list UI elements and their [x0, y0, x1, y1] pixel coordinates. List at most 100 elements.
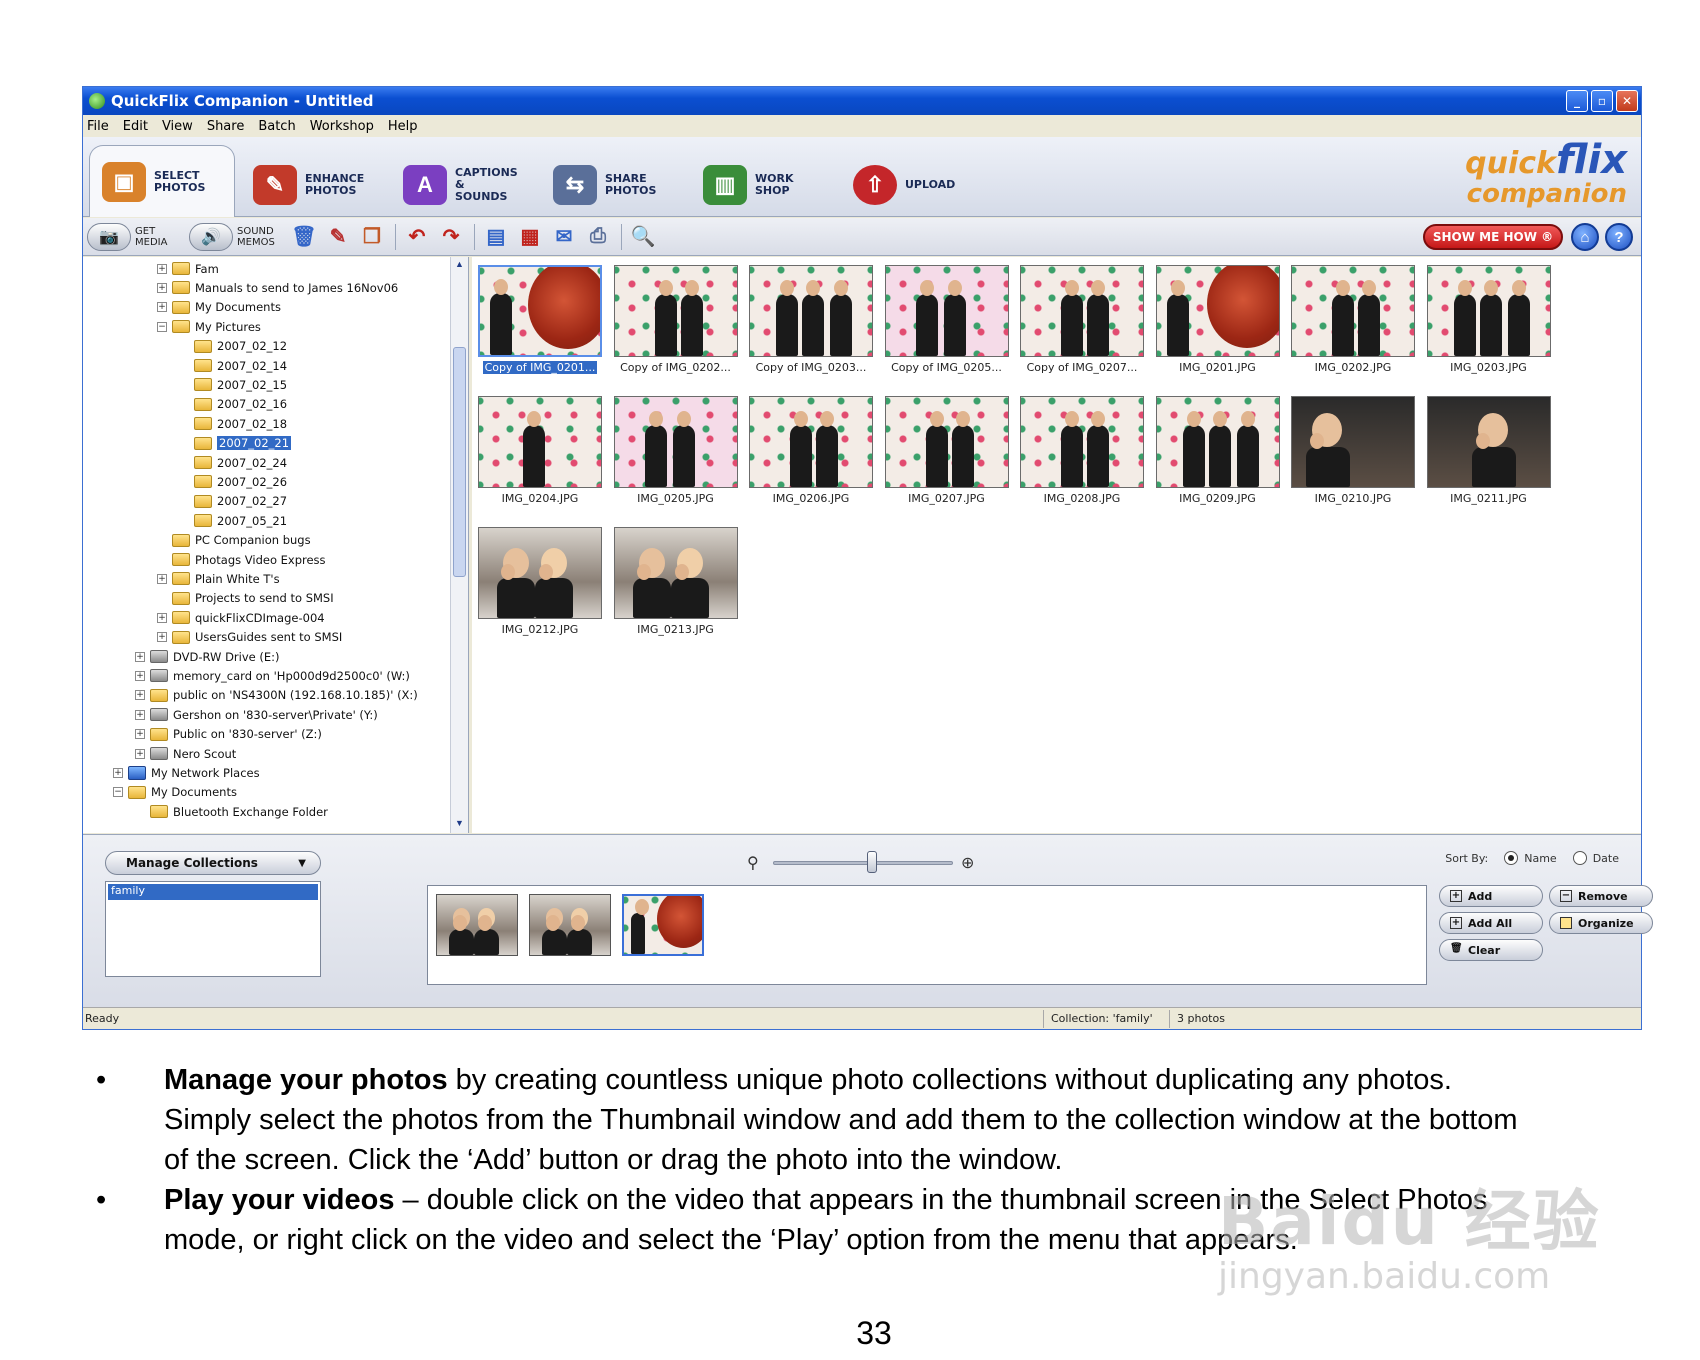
tree-item[interactable]: Projects to send to SMSI: [157, 589, 334, 608]
title-bar[interactable]: QuickFlix Companion - Untitled _ ▫ ✕: [83, 87, 1641, 115]
collection-thumbnail[interactable]: [436, 894, 518, 956]
thumbnail-image[interactable]: [884, 265, 1009, 357]
tree-item[interactable]: − My Pictures: [157, 317, 261, 336]
tree-item[interactable]: 2007_05_21: [179, 511, 287, 530]
thumbnail[interactable]: IMG_0205.JPG: [613, 396, 738, 505]
thumbnail-image[interactable]: [1020, 265, 1144, 357]
print-icon[interactable]: ⎙: [585, 224, 611, 250]
rotate-right-icon[interactable]: ↷: [438, 224, 464, 250]
thumbnail[interactable]: IMG_0211.JPG: [1426, 396, 1551, 505]
help-button[interactable]: ?: [1605, 223, 1633, 251]
tree-item[interactable]: 2007_02_24: [179, 453, 287, 472]
zoom-slider[interactable]: ⚲ ⊕: [743, 847, 983, 877]
expand-icon[interactable]: +: [135, 690, 145, 701]
tree-item[interactable]: + Public on '830-server' (Z:): [135, 725, 322, 744]
thumbnail[interactable]: IMG_0207.JPG: [884, 396, 1009, 505]
collapse-icon[interactable]: −: [113, 787, 123, 798]
thumbnail[interactable]: IMG_0208.JPG: [1020, 396, 1144, 505]
expand-icon[interactable]: +: [135, 670, 145, 681]
collection-thumbnail[interactable]: [529, 894, 611, 956]
slideshow-icon[interactable]: ▦: [517, 224, 543, 250]
tree-item[interactable]: + My Network Places: [113, 763, 260, 782]
tree-item[interactable]: PC Companion bugs: [157, 531, 311, 550]
collection-strip[interactable]: [427, 885, 1427, 985]
copy-icon[interactable]: ❐: [359, 224, 385, 250]
expand-icon[interactable]: +: [113, 767, 123, 778]
zoom-handle[interactable]: [867, 851, 877, 873]
sort-name-radio[interactable]: [1504, 851, 1519, 865]
collection-thumbnail[interactable]: [622, 894, 704, 956]
expand-icon[interactable]: +: [135, 709, 145, 720]
collection-item[interactable]: family: [108, 884, 318, 900]
email-icon[interactable]: ✉: [551, 224, 577, 250]
tab-select-photos[interactable]: ▣ SELECT PHOTOS: [89, 145, 235, 217]
close-button[interactable]: ✕: [1616, 90, 1638, 112]
menu-workshop[interactable]: Workshop: [310, 119, 374, 134]
expand-icon[interactable]: +: [135, 651, 145, 662]
thumbnail-image[interactable]: [749, 265, 873, 357]
thumbnail-image[interactable]: [478, 396, 602, 488]
thumbnail[interactable]: IMG_0203.JPG: [1426, 265, 1551, 374]
tree-item[interactable]: + Gershon on '830-server\Private' (Y:): [135, 705, 378, 724]
thumbnail[interactable]: Copy of IMG_0207...: [1020, 265, 1144, 374]
expand-icon[interactable]: +: [135, 729, 145, 740]
thumbnail[interactable]: IMG_0212.JPG: [478, 527, 602, 636]
collapse-icon[interactable]: −: [157, 321, 167, 332]
tree-item[interactable]: + Nero Scout: [135, 744, 236, 763]
thumbnail[interactable]: IMG_0210.JPG: [1291, 396, 1415, 505]
tab-upload[interactable]: ⇧ UPLOAD: [841, 153, 985, 217]
thumbnail[interactable]: Copy of IMG_0202...: [613, 265, 738, 374]
expand-icon[interactable]: +: [157, 573, 167, 584]
zoom-in-icon[interactable]: ⊕: [961, 853, 974, 873]
thumbnail-image[interactable]: [613, 527, 738, 619]
tab-share-photos[interactable]: ⇆ SHARE PHOTOS: [541, 153, 685, 217]
zoom-out-icon[interactable]: ⚲: [747, 853, 759, 873]
tree-item[interactable]: + Manuals to send to James 16Nov06: [157, 278, 398, 297]
clear-button[interactable]: 🗑 Clear: [1439, 939, 1543, 961]
expand-icon[interactable]: +: [157, 632, 167, 643]
scroll-down-icon[interactable]: ▼: [453, 818, 466, 831]
tree-item[interactable]: + UsersGuides sent to SMSI: [157, 628, 342, 647]
tree-item[interactable]: + Fam: [157, 259, 219, 278]
properties-icon[interactable]: ▤: [483, 224, 509, 250]
add-all-button[interactable]: + Add All: [1439, 912, 1543, 934]
tree-item[interactable]: 2007_02_18: [179, 414, 287, 433]
tree-item[interactable]: 2007_02_16: [179, 395, 287, 414]
thumbnail-image[interactable]: [478, 265, 602, 357]
folder-tree[interactable]: ▲ ▼ + Fam + Manuals to send to James 16Nov0…: [83, 257, 469, 833]
expand-icon[interactable]: +: [135, 748, 145, 759]
find-icon[interactable]: 🔍: [630, 224, 656, 250]
maximize-button[interactable]: ▫: [1591, 90, 1613, 112]
thumbnail-image[interactable]: [1155, 396, 1280, 488]
tree-item[interactable]: + memory_card on 'Hp000d9d2500c0' (W:): [135, 666, 410, 685]
thumbnail-image[interactable]: [1291, 265, 1415, 357]
rotate-left-icon[interactable]: ↶: [404, 224, 430, 250]
tree-item[interactable]: + DVD-RW Drive (E:): [135, 647, 280, 666]
menu-batch[interactable]: Batch: [258, 119, 295, 134]
tree-item[interactable]: 2007_02_21: [179, 434, 292, 453]
tree-item[interactable]: + My Documents: [157, 298, 281, 317]
trash-icon[interactable]: 🗑: [291, 224, 317, 250]
expand-icon[interactable]: +: [157, 282, 167, 293]
menu-edit[interactable]: Edit: [123, 119, 148, 134]
sound-memos-button[interactable]: 🔊 SOUND MEMOS: [189, 222, 281, 251]
thumbnail[interactable]: Copy of IMG_0205...: [884, 265, 1009, 374]
thumbnail[interactable]: IMG_0202.JPG: [1291, 265, 1415, 374]
tree-scrollbar[interactable]: ▲ ▼: [450, 257, 468, 833]
tree-item[interactable]: 2007_02_12: [179, 337, 287, 356]
minimize-button[interactable]: _: [1566, 90, 1588, 112]
tree-item[interactable]: Bluetooth Exchange Folder: [135, 802, 328, 821]
thumbnail-image[interactable]: [613, 265, 738, 357]
thumbnail[interactable]: IMG_0213.JPG: [613, 527, 738, 636]
sort-date-radio[interactable]: [1572, 851, 1587, 865]
expand-icon[interactable]: +: [157, 263, 167, 274]
collection-list[interactable]: family: [105, 881, 321, 977]
zoom-track[interactable]: [773, 861, 953, 865]
expand-icon[interactable]: +: [157, 302, 167, 313]
home-button[interactable]: ⌂: [1571, 223, 1599, 251]
show-me-how-button[interactable]: SHOW ME HOW ®: [1423, 224, 1563, 250]
menu-share[interactable]: Share: [207, 119, 245, 134]
thumbnail[interactable]: IMG_0204.JPG: [478, 396, 602, 505]
add-button[interactable]: + Add: [1439, 885, 1543, 907]
remove-button[interactable]: − Remove: [1549, 885, 1653, 907]
